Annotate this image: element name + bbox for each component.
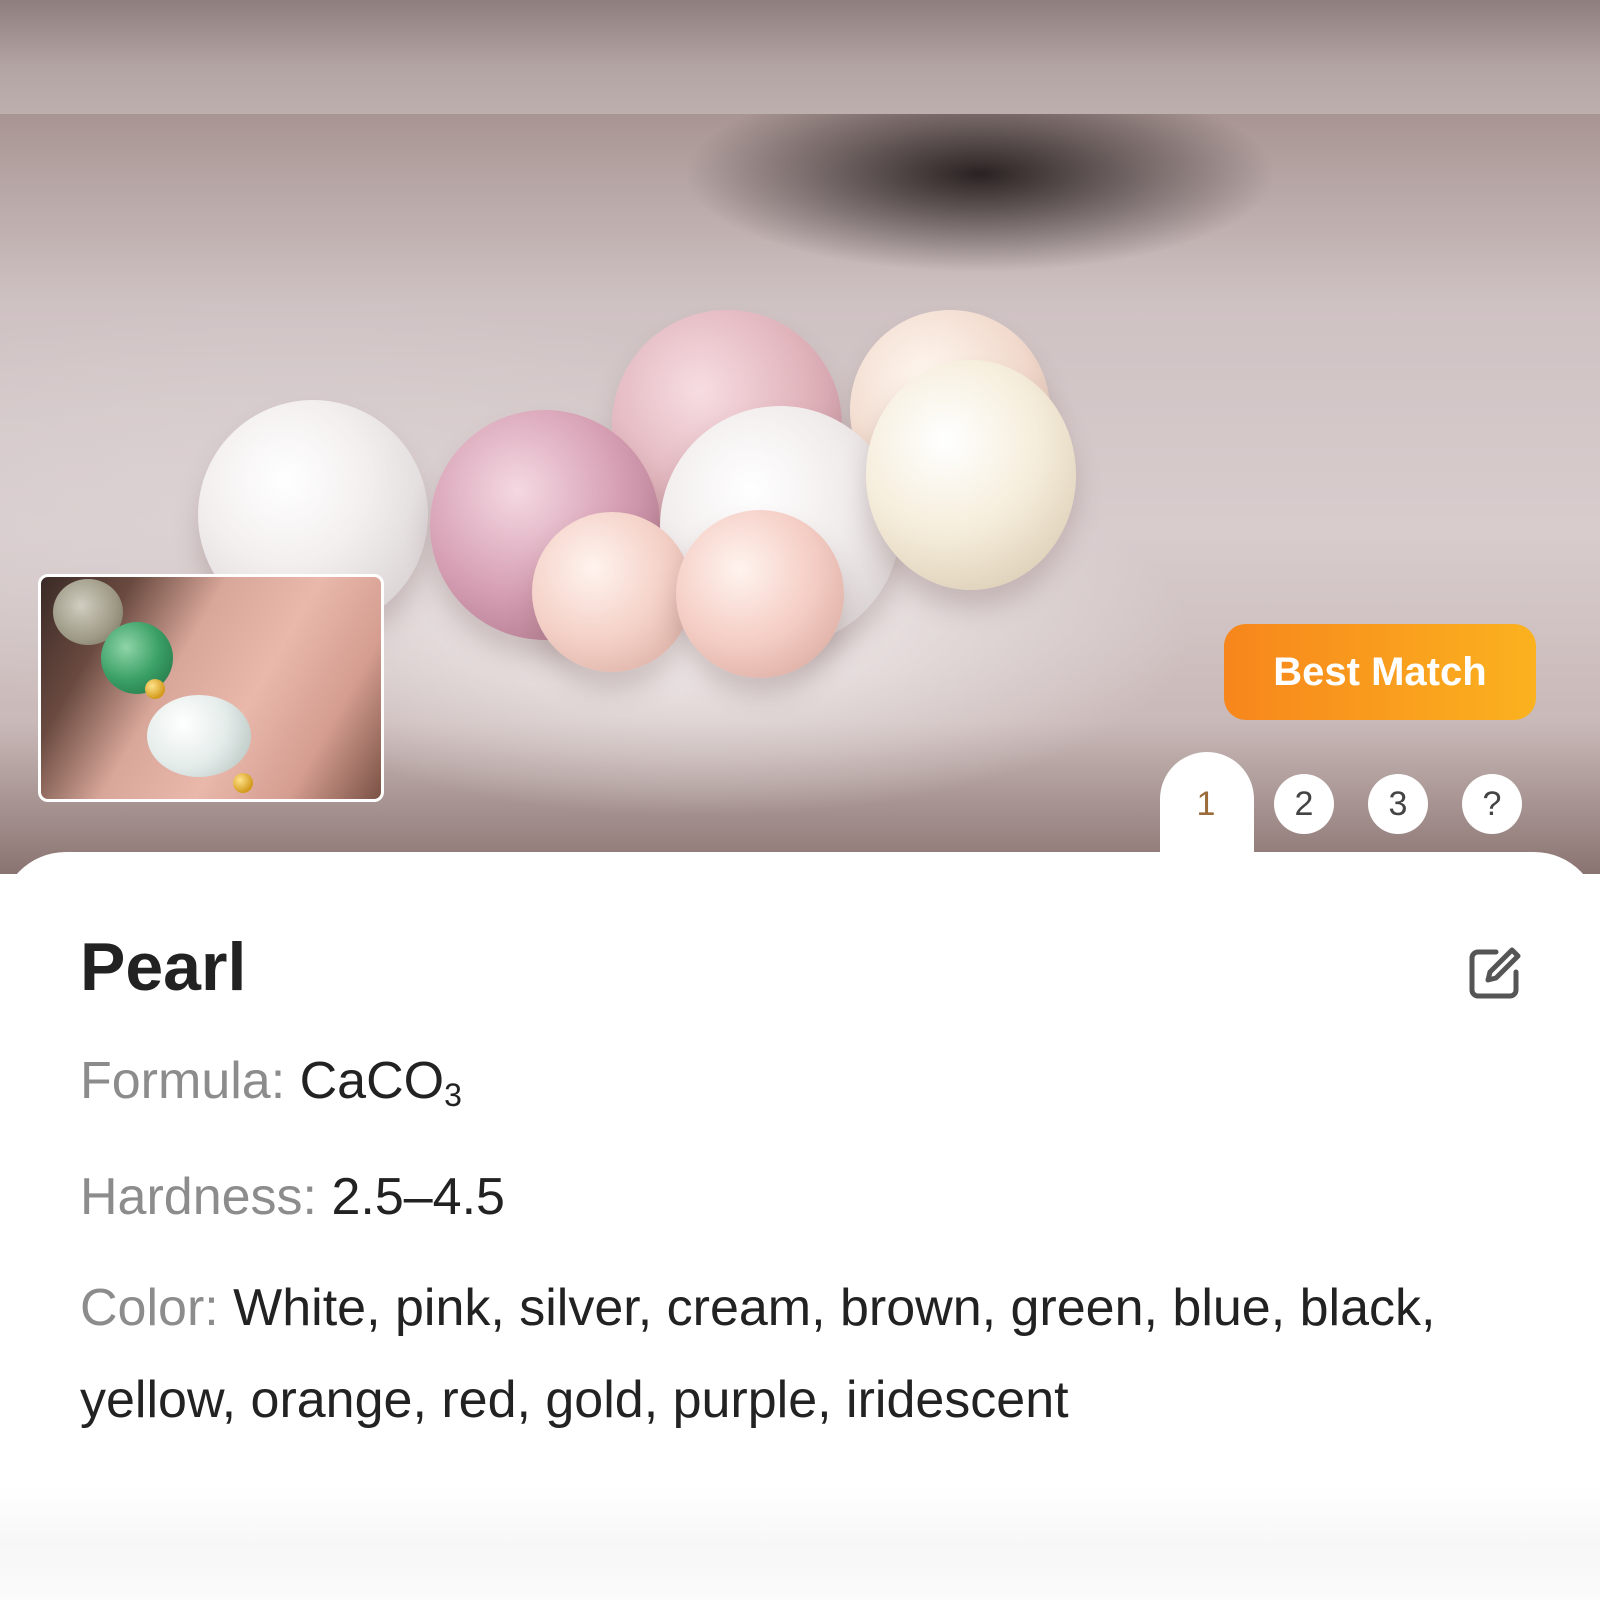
bottom-shadow [0, 1486, 1600, 1600]
edit-button[interactable] [1466, 944, 1524, 1002]
page-tab-unknown[interactable]: ? [1462, 774, 1522, 834]
hardness-value: 2.5–4.5 [331, 1168, 505, 1226]
formula-label: Formula: [80, 1052, 300, 1110]
page-tab-1-label: 1 [1196, 784, 1216, 823]
hardness-row: Hardness: 2.5–4.5 [80, 1166, 505, 1228]
formula-row: Formula: CaCO3 [80, 1050, 462, 1113]
page-tab-1[interactable]: 1 [1176, 774, 1236, 834]
pearl-peach-left [532, 512, 692, 672]
thumb-pearl-bead [147, 695, 251, 777]
color-row: Color: White, pink, silver, cream, brown… [80, 1262, 1540, 1446]
page-tab-3[interactable]: 3 [1368, 774, 1428, 834]
page-tab-2-label: 2 [1294, 784, 1314, 823]
page-tab-unknown-label: ? [1482, 784, 1502, 823]
formula-value: CaCO3 [299, 1052, 462, 1113]
formula-subscript: 3 [444, 1077, 462, 1113]
color-value: White, pink, silver, cream, brown, green… [80, 1279, 1436, 1429]
color-label: Color: [80, 1279, 234, 1337]
user-photo-thumbnail[interactable] [38, 574, 384, 802]
pearl-cream-right [866, 360, 1076, 590]
thumb-gold-bead [145, 679, 165, 699]
edit-icon [1469, 947, 1521, 999]
result-title: Pearl [80, 929, 247, 1005]
page-tab-2[interactable]: 2 [1274, 774, 1334, 834]
thumb-gold-bead [233, 773, 253, 793]
best-match-badge: Best Match [1224, 624, 1536, 720]
formula-main: CaCO [299, 1052, 445, 1110]
page-tab-3-label: 3 [1388, 784, 1408, 823]
best-match-label: Best Match [1273, 649, 1487, 694]
hardness-label: Hardness: [80, 1168, 332, 1226]
pearl-peach-right [676, 510, 844, 678]
top-image-strip [0, 0, 1600, 114]
